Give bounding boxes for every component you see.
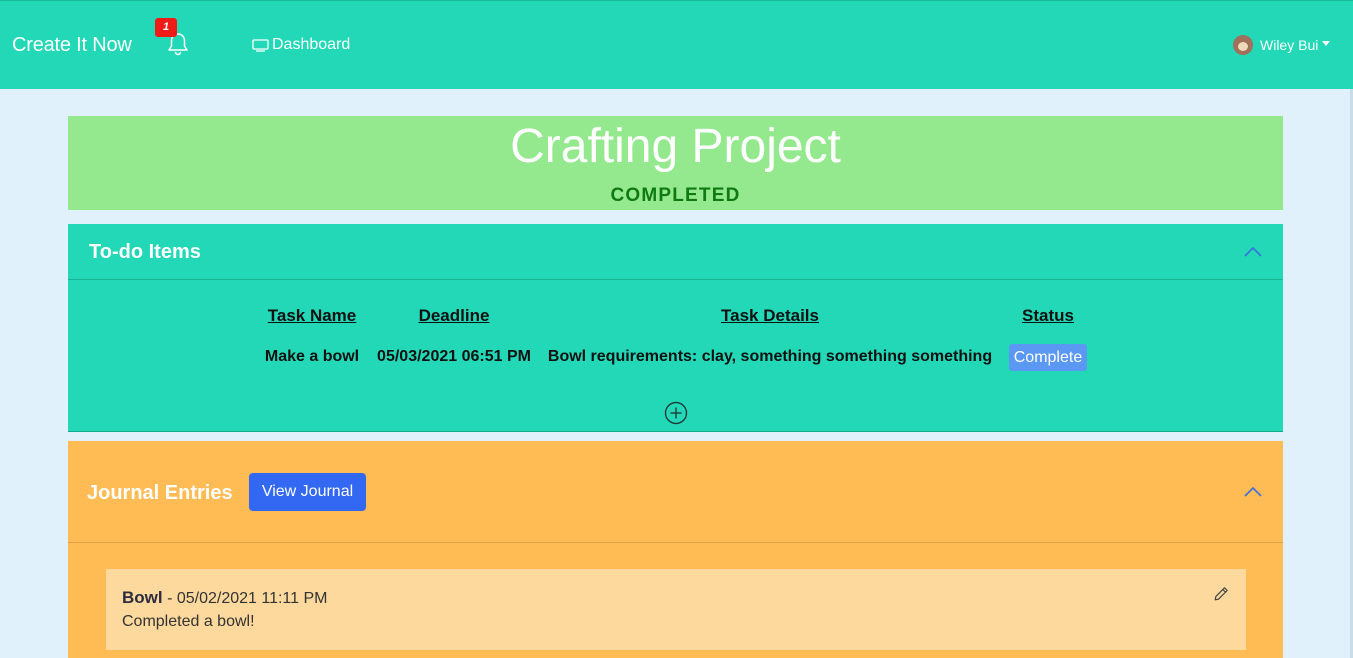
column-header-status: Status (1022, 306, 1074, 325)
user-menu[interactable]: Wiley Bui (1233, 35, 1331, 55)
view-journal-button[interactable]: View Journal (249, 473, 366, 511)
journal-entry-header: Bowl - 05/02/2021 11:11 PM (122, 588, 327, 608)
page-title: Crafting Project (510, 120, 841, 173)
avatar (1233, 35, 1253, 55)
journal-entry-body: Completed a bowl! (122, 613, 255, 630)
todo-heading: To-do Items (89, 241, 201, 263)
brand-link[interactable]: Create It Now (12, 34, 132, 57)
journal-entry: Bowl - 05/02/2021 11:11 PM Completed a b… (106, 569, 1246, 650)
plus-circle-icon[interactable] (664, 401, 688, 425)
monitor-icon (252, 38, 269, 52)
chevron-up-icon[interactable] (1243, 246, 1263, 258)
column-header-deadline: Deadline (418, 306, 490, 325)
pencil-icon[interactable] (1213, 586, 1229, 602)
column-header-task-details: Task Details (721, 306, 819, 325)
navbar: Create It Now 1 Dashboard Wiley Bui (0, 0, 1353, 89)
journal-panel-header[interactable]: Journal Entries View Journal (68, 441, 1283, 543)
task-status-button[interactable]: Complete (1009, 344, 1087, 371)
dashboard-label: Dashboard (272, 36, 351, 53)
dashboard-link[interactable]: Dashboard (252, 36, 350, 54)
todo-panel-header[interactable]: To-do Items (68, 224, 1283, 280)
journal-heading: Journal Entries (87, 482, 233, 504)
notification-badge[interactable]: 1 (155, 18, 177, 37)
column-header-task-name: Task Name (267, 306, 357, 325)
journal-entry-timestamp: - 05/02/2021 11:11 PM (167, 590, 328, 607)
chevron-up-icon[interactable] (1243, 486, 1263, 498)
todo-panel: To-do Items Task Name Deadline Task Deta… (68, 224, 1283, 432)
project-status: COMPLETED (610, 185, 741, 206)
journal-panel: Journal Entries View Journal Bowl - 05/0… (68, 441, 1283, 658)
task-deadline: 05/03/2021 06:51 PM (377, 348, 531, 365)
caret-down-icon (1322, 40, 1331, 46)
task-name: Make a bowl (264, 348, 360, 365)
journal-entry-title: Bowl (122, 588, 163, 607)
user-name: Wiley Bui (1260, 37, 1319, 53)
project-header: Crafting Project COMPLETED (68, 116, 1283, 210)
task-details: Bowl requirements: clay, something somet… (547, 348, 993, 365)
